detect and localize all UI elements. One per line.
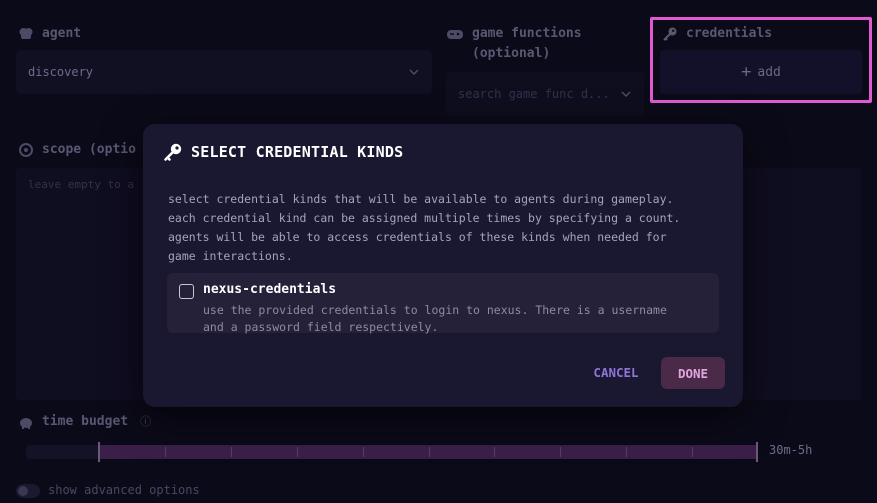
time-budget-tick — [165, 447, 167, 457]
add-credential-label: add — [757, 64, 781, 80]
done-button[interactable]: DONE — [661, 357, 725, 389]
time-budget-tick — [428, 447, 430, 457]
time-budget-tick — [692, 447, 694, 457]
dialog-description-line: select credential kinds that will be ava… — [168, 192, 674, 206]
credentials-label: credentials — [662, 24, 772, 44]
cancel-button[interactable]: CANCEL — [586, 357, 646, 387]
scope-label-text: scope (optio — [42, 142, 136, 157]
time-budget-value: 30m-5h — [769, 443, 813, 457]
key-icon — [663, 27, 677, 41]
agent-label: agent — [18, 24, 81, 44]
credential-kind-description: use the provided credentials to login to… — [203, 302, 703, 336]
piggy-bank-icon — [20, 418, 32, 429]
dialog-description-line: each credential kind can be assigned mul… — [168, 211, 681, 225]
agent-select[interactable]: discovery — [16, 50, 432, 94]
game-functions-label: game functions (optional) — [446, 24, 626, 64]
target-icon — [19, 143, 33, 157]
credentials-label-text: credentials — [686, 26, 773, 41]
scope-placeholder: leave empty to a — [28, 178, 134, 191]
time-budget-tick — [626, 447, 628, 457]
game-functions-search[interactable]: search game func d... — [446, 72, 644, 116]
add-credential-button[interactable]: + add — [660, 50, 862, 94]
credential-kind-checkbox[interactable] — [179, 284, 194, 299]
dialog-description: select credential kinds that will be ava… — [168, 190, 728, 266]
time-budget-tick — [230, 447, 232, 457]
time-budget-min-handle[interactable] — [98, 442, 101, 462]
agent-label-text: agent — [42, 26, 82, 41]
gamepad-icon — [447, 30, 463, 39]
game-functions-label-text: game functions (optional) — [472, 26, 582, 61]
info-icon[interactable]: ⓘ — [140, 412, 151, 432]
credential-kind-item[interactable]: nexus-credentials use the provided crede… — [167, 273, 719, 336]
key-icon — [164, 143, 182, 161]
time-budget-slider[interactable] — [26, 445, 758, 459]
credential-kind-description-line: use the provided credentials to login to… — [203, 303, 667, 317]
advanced-options-label: show advanced options — [48, 483, 200, 497]
game-functions-search-placeholder: search game func d... — [458, 87, 610, 101]
time-budget-label-text: time budget — [42, 414, 129, 429]
time-budget-tick — [296, 447, 298, 457]
dialog-description-line: agents will be able to access credential… — [168, 230, 667, 244]
time-budget-tick — [494, 447, 496, 457]
chevron-down-icon — [621, 91, 631, 98]
brain-icon — [19, 28, 33, 39]
chevron-down-icon — [409, 69, 419, 76]
time-budget-label: time budget ⓘ — [18, 412, 151, 432]
scope-label: scope (optio — [18, 140, 136, 160]
credential-kind-name: nexus-credentials — [203, 282, 337, 297]
time-budget-tick — [560, 447, 562, 457]
credential-kind-description-line: and a password field respectively. — [203, 320, 439, 334]
select-credential-kinds-dialog: SELECT CREDENTIAL KINDS select credentia… — [143, 124, 743, 407]
plus-icon: + — [741, 61, 752, 82]
advanced-options-toggle[interactable] — [16, 484, 40, 498]
time-budget-max-handle[interactable] — [756, 442, 758, 462]
agent-select-value: discovery — [28, 65, 94, 79]
dialog-description-line: game interactions. — [168, 249, 293, 263]
dialog-title: SELECT CREDENTIAL KINDS — [163, 142, 403, 162]
time-budget-tick — [362, 447, 364, 457]
dialog-title-text: SELECT CREDENTIAL KINDS — [191, 143, 404, 161]
